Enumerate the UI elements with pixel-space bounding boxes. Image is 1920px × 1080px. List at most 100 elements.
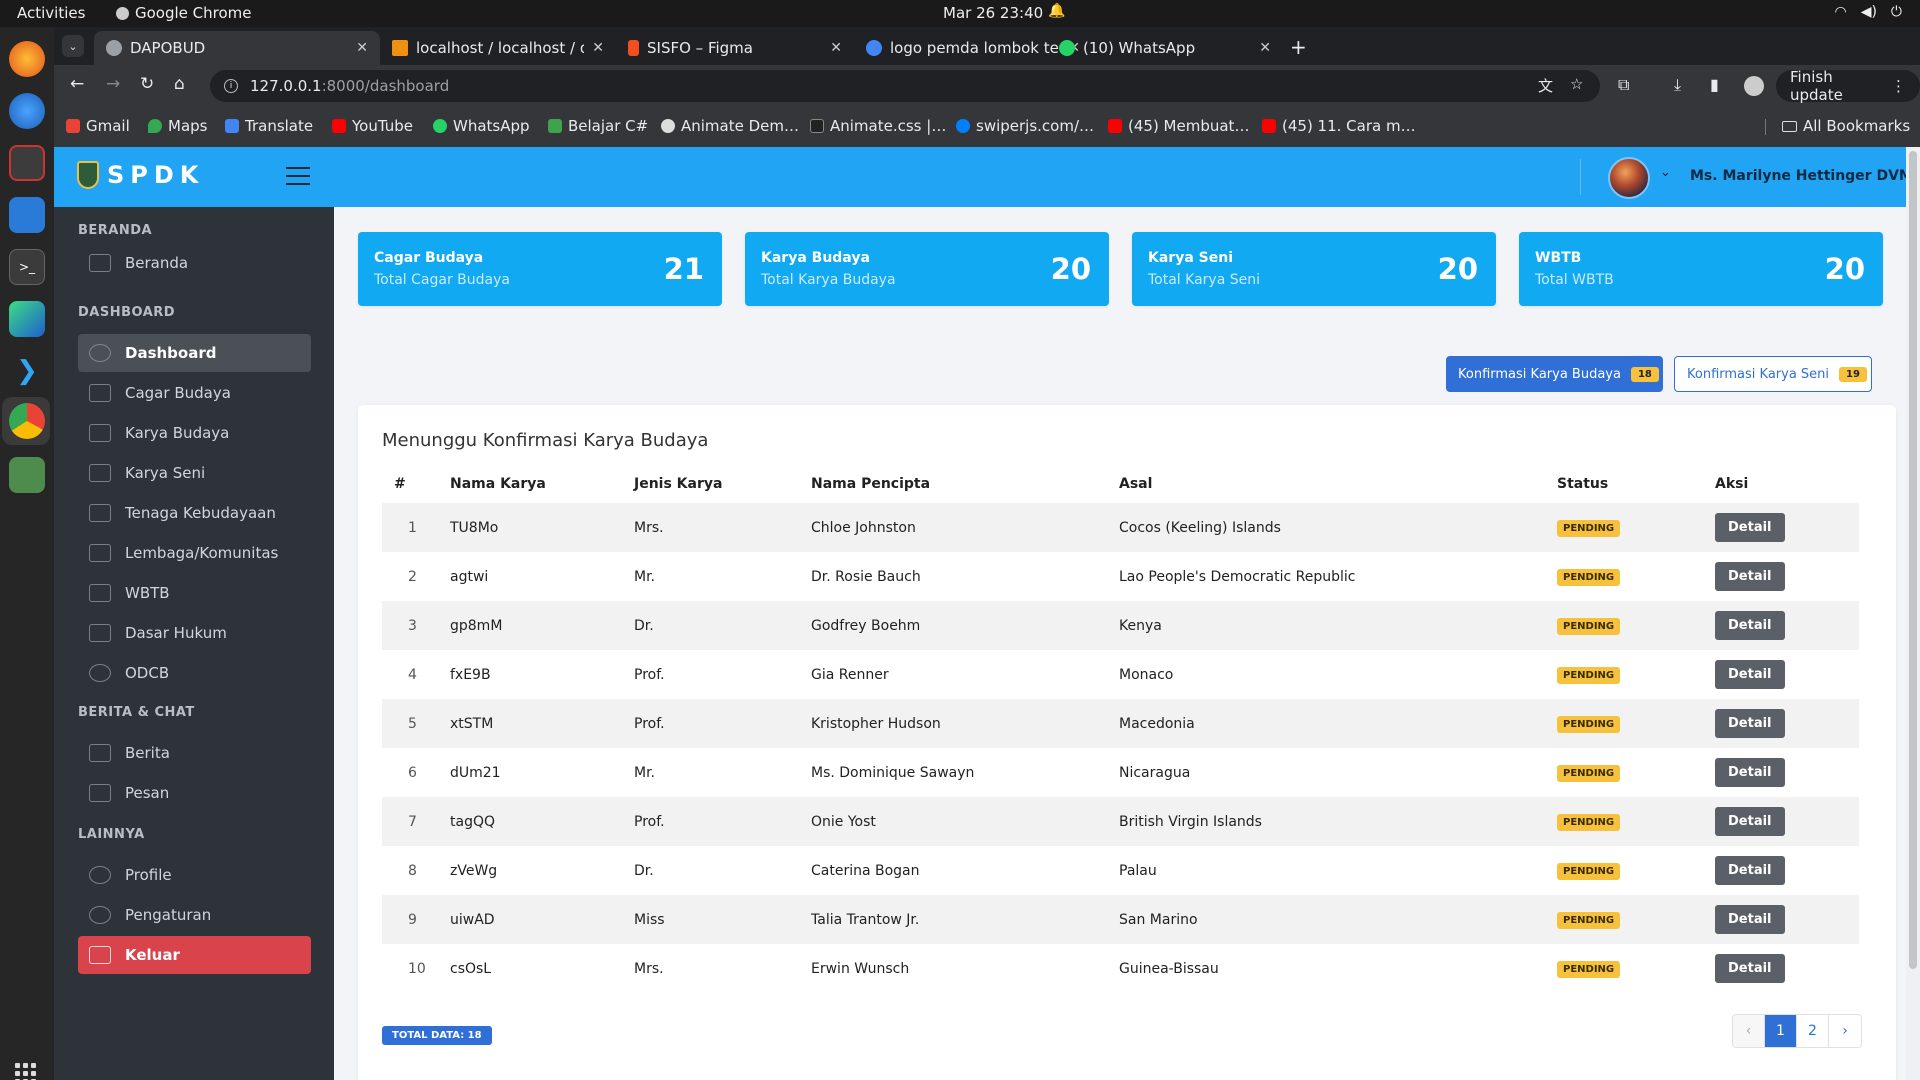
detail-button[interactable]: Detail	[1715, 905, 1785, 934]
all-bookmarks-button[interactable]: All Bookmarks	[1782, 117, 1910, 135]
tab-title: (10) WhatsApp	[1083, 39, 1196, 57]
bookmark-youtube-45-cara[interactable]: (45) 11. Cara m…	[1262, 117, 1416, 135]
detail-button[interactable]: Detail	[1715, 758, 1785, 787]
home-icon[interactable]: ⌂	[174, 74, 185, 94]
finish-update-button[interactable]: Finish update ⋮	[1776, 68, 1920, 104]
sidebar-item-profile[interactable]: Profile	[78, 856, 311, 894]
system-tray[interactable]: ◠ ◀) ⏻	[1834, 4, 1902, 20]
bucket-icon	[89, 384, 111, 402]
chrome-dock-icon[interactable]	[9, 403, 45, 439]
translate-icon[interactable]: 文	[1538, 75, 1553, 96]
page-scrollbar[interactable]	[1906, 147, 1920, 1080]
stat-card-cagar-budaya[interactable]: Cagar Budaya Total Cagar Budaya 21	[358, 232, 722, 306]
app-menu[interactable]: Google Chrome	[116, 4, 252, 22]
bookmark-animate-demo[interactable]: Animate Dem…	[661, 117, 799, 135]
firefox-icon[interactable]	[9, 41, 45, 77]
sidebar-item-pesan[interactable]: Pesan	[78, 774, 311, 812]
bookmark-maps[interactable]: Maps	[148, 117, 207, 135]
site-info-icon[interactable]: i	[224, 79, 238, 93]
stat-card-wbtb[interactable]: WBTB Total WBTB 20	[1519, 232, 1883, 306]
cell-nama-karya: TU8Mo	[450, 519, 499, 536]
tab-whatsapp[interactable]: (10) WhatsApp ✕	[1047, 31, 1283, 65]
user-avatar[interactable]	[1608, 157, 1650, 199]
tab-search-icon[interactable]: ⌄	[62, 35, 84, 57]
extensions-icon[interactable]: ⧉	[1618, 75, 1629, 95]
detail-button[interactable]: Detail	[1715, 807, 1785, 836]
pagination-prev[interactable]: ‹	[1733, 1015, 1765, 1047]
detail-button[interactable]: Detail	[1715, 856, 1785, 885]
stat-card-karya-budaya[interactable]: Karya Budaya Total Karya Budaya 20	[745, 232, 1109, 306]
brand-logo[interactable]: SPDK	[77, 161, 204, 189]
sidebar-item-pengaturan[interactable]: Pengaturan	[78, 896, 311, 934]
sidebar-item-tenaga-kebudayaan[interactable]: Tenaga Kebudayaan	[78, 494, 311, 532]
sidebar-item-dashboard[interactable]: Dashboard	[78, 334, 311, 372]
bookmark-translate[interactable]: Translate	[225, 117, 313, 135]
back-icon[interactable]: ←	[70, 74, 84, 94]
writer-icon[interactable]	[9, 197, 45, 233]
bookmark-animate-css[interactable]: Animate.css |…	[810, 117, 946, 135]
scrollbar-thumb[interactable]	[1909, 151, 1917, 969]
bookmark-whatsapp[interactable]: WhatsApp	[433, 117, 530, 135]
bookmark-youtube-45-membuat[interactable]: (45) Membuat…	[1108, 117, 1249, 135]
section-beranda: BERANDA	[78, 223, 153, 238]
android-studio-icon[interactable]	[9, 301, 45, 337]
close-tab-icon[interactable]: ✕	[830, 40, 842, 56]
profile-avatar-icon[interactable]	[1744, 76, 1764, 96]
vscode-icon[interactable]: ❯	[9, 353, 45, 389]
col-header-nama-karya: Nama Karya	[450, 476, 546, 492]
pagination-page-1[interactable]: 1	[1765, 1015, 1797, 1047]
sidebar-item-keluar[interactable]: Keluar	[78, 936, 311, 974]
trash-icon[interactable]	[9, 457, 45, 493]
thunderbird-icon[interactable]	[9, 93, 45, 129]
pagination-page-2[interactable]: 2	[1797, 1015, 1829, 1047]
sidebar-item-cagar-budaya[interactable]: Cagar Budaya	[78, 374, 311, 412]
konfirmasi-karya-seni-button[interactable]: Konfirmasi Karya Seni 19	[1674, 356, 1872, 392]
user-name[interactable]: Ms. Marilyne Hettinger DVM	[1690, 168, 1913, 184]
new-tab-button[interactable]: +	[1290, 35, 1307, 59]
close-tab-icon[interactable]: ✕	[592, 40, 604, 56]
detail-button[interactable]: Detail	[1715, 954, 1785, 983]
cell-jenis-karya: Mrs.	[634, 960, 664, 977]
hamburger-menu-icon[interactable]	[286, 167, 310, 191]
bookmark-star-icon[interactable]: ☆	[1570, 75, 1583, 93]
address-bar[interactable]: i 127.0.0.1:8000/dashboard	[210, 70, 1600, 102]
konfirmasi-karya-budaya-button[interactable]: Konfirmasi Karya Budaya 18	[1446, 356, 1663, 392]
tab-figma[interactable]: SISFO – Figma ✕	[616, 31, 854, 65]
terminal-icon[interactable]: >_	[9, 249, 45, 285]
sidebar-item-dasar-hukum[interactable]: Dasar Hukum	[78, 614, 311, 652]
detail-button[interactable]: Detail	[1715, 660, 1785, 689]
bookmark-swiperjs[interactable]: swiperjs.com/…	[956, 117, 1094, 135]
sidebar-item-wbtb[interactable]: WBTB	[78, 574, 311, 612]
tab-phpmyadmin[interactable]: localhost / localhost / da ✕	[380, 31, 616, 65]
bookmark-belajar-csharp[interactable]: Belajar C#	[548, 117, 648, 135]
reload-icon[interactable]: ↻	[140, 74, 154, 94]
forward-icon[interactable]: →	[106, 74, 120, 94]
web-page: SPDK BERANDA Beranda DASHBOARD Dashboard…	[54, 147, 1920, 1080]
close-tab-icon[interactable]: ✕	[356, 40, 368, 56]
detail-button[interactable]: Detail	[1715, 611, 1785, 640]
download-icon[interactable]: ⤓	[1674, 75, 1681, 95]
user-icon	[89, 866, 111, 884]
detail-button[interactable]: Detail	[1715, 513, 1785, 542]
show-apps-icon[interactable]	[15, 1063, 36, 1080]
cell-asal: Nicaragua	[1119, 764, 1191, 781]
side-panel-icon[interactable]: ▮	[1710, 75, 1719, 94]
pagination-next[interactable]: ›	[1829, 1015, 1861, 1047]
stat-card-karya-seni[interactable]: Karya Seni Total Karya Seni 20	[1132, 232, 1496, 306]
clock[interactable]: Mar 26 23:40	[943, 4, 1043, 22]
activities-button[interactable]: Activities	[17, 4, 85, 22]
files-icon[interactable]	[9, 145, 45, 181]
close-tab-icon[interactable]: ✕	[1259, 40, 1271, 56]
bookmark-youtube[interactable]: YouTube	[332, 117, 413, 135]
sidebar-item-odcb[interactable]: ODCB	[78, 654, 311, 692]
sidebar-item-beranda[interactable]: Beranda	[78, 244, 311, 282]
sidebar-item-karya-seni[interactable]: Karya Seni	[78, 454, 311, 492]
detail-button[interactable]: Detail	[1715, 709, 1785, 738]
chevron-down-icon[interactable]: ⌄	[1660, 165, 1671, 180]
sidebar-item-karya-budaya[interactable]: Karya Budaya	[78, 414, 311, 452]
tab-dapobud[interactable]: DAPOBUD ✕	[94, 31, 380, 65]
sidebar-item-berita[interactable]: Berita	[78, 734, 311, 772]
detail-button[interactable]: Detail	[1715, 562, 1785, 591]
bookmark-gmail[interactable]: Gmail	[66, 117, 130, 135]
sidebar-item-lembaga-komunitas[interactable]: Lembaga/Komunitas	[78, 534, 311, 572]
